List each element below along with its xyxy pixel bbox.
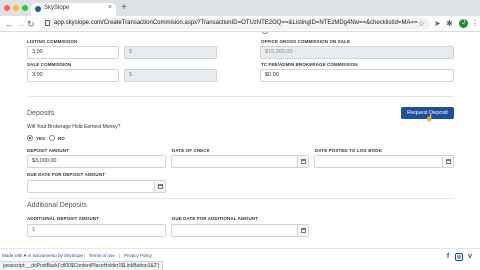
top-partial-label: NO <box>272 32 279 33</box>
yes-label: YES <box>36 136 46 141</box>
made-with-text: Made with ♥ in Sacramento by SkySlope <box>2 253 83 258</box>
new-tab-button[interactable]: + <box>121 2 127 14</box>
vimeo-icon[interactable]: v <box>466 253 474 261</box>
reload-icon[interactable]: ↻ <box>27 18 35 30</box>
calendar-icon <box>446 159 451 164</box>
mouse-cursor: ☝ <box>425 115 434 122</box>
top-partial-radio[interactable] <box>262 32 268 34</box>
section-divider <box>27 96 454 97</box>
deposit-amount-input[interactable]: $3,000.00 <box>27 155 166 168</box>
status-bar: javascript:__doPostBack('ctl00$ContentPl… <box>0 261 164 270</box>
footer-separator: | <box>119 253 121 258</box>
footer-separator: | <box>84 253 86 258</box>
date-posted-calendar-button[interactable] <box>442 156 453 167</box>
tab-title: SkySlope <box>44 5 70 11</box>
earnest-money-question: Will Your Brokerage Hold Earnest Money? <box>27 124 121 130</box>
no-radio[interactable] <box>49 135 55 141</box>
listing-commission-amount-field: $ <box>124 46 217 59</box>
page-content: NO LISTING COMMISSION 3.00 $ OFFICE GROS… <box>0 32 480 259</box>
section-divider <box>27 198 454 199</box>
calendar-icon <box>301 228 306 233</box>
browser-tab-bar: SkySlope × + <box>0 0 480 16</box>
browser-toolbar: ← → ↻ app.skyslope.com/CreateTransaction… <box>0 16 480 32</box>
menu-icon[interactable]: ⋮ <box>471 19 479 29</box>
close-window-icon[interactable] <box>4 5 10 11</box>
browser-tab[interactable]: SkySlope × <box>31 3 116 16</box>
date-of-check-calendar-button[interactable] <box>297 156 308 167</box>
deposit-amount-label: DEPOSIT AMOUNT <box>27 148 69 153</box>
due-date-label: DUE DATE FOR DEPOSIT AMOUNT <box>27 172 105 177</box>
page-footer: Made with ♥ in Sacramento by SkySlope | … <box>0 252 480 261</box>
date-of-check-label: DATE OF CHECK <box>172 148 210 153</box>
profile-avatar[interactable]: J <box>459 19 468 28</box>
due-date-input[interactable] <box>27 180 166 193</box>
additional-due-date-calendar-button[interactable] <box>297 225 308 236</box>
sale-commission-input[interactable]: 3.00 <box>27 69 119 82</box>
yes-radio[interactable] <box>27 135 33 141</box>
sale-commission-amount-field: $ <box>124 69 217 82</box>
additional-amount-input[interactable]: $ <box>27 224 166 237</box>
privacy-link[interactable]: Privacy Policy <box>124 253 152 258</box>
listing-commission-input[interactable]: 3.00 <box>27 46 119 59</box>
lock-icon <box>45 20 50 26</box>
facebook-icon[interactable]: f <box>444 253 452 261</box>
additional-due-date-input[interactable] <box>171 224 309 237</box>
url-text: app.skyslope.com/CreateTransactionCommis… <box>54 20 418 26</box>
forward-icon[interactable]: → <box>16 18 25 30</box>
skyslope-favicon-icon <box>35 6 41 12</box>
due-date-calendar-button[interactable] <box>154 181 165 192</box>
footer-divider <box>0 248 480 249</box>
no-label: NO <box>58 136 65 141</box>
tab-close-icon[interactable]: × <box>108 4 112 11</box>
additional-amount-label: ADDITIONAL DEPOSIT AMOUNT <box>27 216 99 221</box>
maximize-window-icon[interactable] <box>22 5 28 11</box>
extension-arrow-icon[interactable]: ➤ <box>434 19 441 29</box>
date-posted-label: DATE POSTED TO LOG BOOK <box>315 148 383 153</box>
deposits-title: Deposits <box>27 110 55 117</box>
listing-commission-label: LISTING COMMISSION <box>27 39 78 44</box>
minimize-window-icon[interactable] <box>13 5 19 11</box>
puzzle-icon[interactable]: ✱ <box>446 19 453 29</box>
date-posted-input[interactable] <box>314 155 454 168</box>
date-of-check-input[interactable] <box>171 155 309 168</box>
tc-fee-input[interactable]: $0.00 <box>260 69 454 82</box>
back-icon[interactable]: ← <box>5 18 14 30</box>
additional-deposits-title: Additional Deposits <box>27 202 87 209</box>
calendar-icon <box>301 159 306 164</box>
office-gross-label: OFFICE GROSS COMMISSION ON SALE <box>261 39 351 44</box>
address-bar[interactable]: app.skyslope.com/CreateTransactionCommis… <box>40 18 430 30</box>
terms-link[interactable]: Terms of use <box>89 253 115 258</box>
additional-due-date-label: DUE DATE FOR ADDITIONAL AMOUNT <box>172 216 258 221</box>
instagram-icon[interactable]: ◎ <box>455 253 463 261</box>
calendar-icon <box>158 184 163 189</box>
office-gross-field: $15,000.00 <box>260 46 454 59</box>
bookmark-star-icon[interactable]: ☆ <box>418 19 425 28</box>
sale-commission-label: SALE COMMISSION <box>27 62 72 67</box>
tc-fee-label: TC FEE/ADMIN BROKERAGE COMMISSION <box>261 62 358 67</box>
